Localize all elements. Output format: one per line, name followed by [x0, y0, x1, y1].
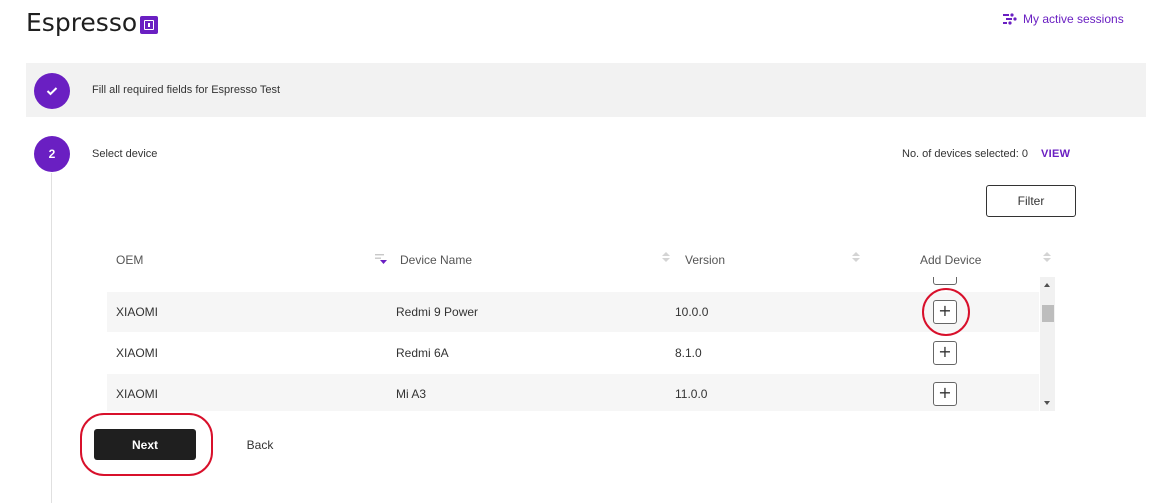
- highlight-ring-next-button: [80, 413, 213, 476]
- sort-icon[interactable]: [661, 252, 671, 264]
- devices-selected-count: No. of devices selected: 0: [902, 148, 1028, 160]
- device-table-body: XIAOMI Redmi 9 Power 10.0.0 + XIAOMI Red…: [107, 277, 1039, 411]
- cell-version: 11.0.0: [675, 387, 708, 401]
- add-device-button[interactable]: +: [933, 341, 957, 365]
- page-title: Espresso: [26, 8, 138, 37]
- cell-version: 8.1.0: [675, 346, 702, 360]
- step-2-indicator: 2: [34, 136, 70, 172]
- add-device-button-partial[interactable]: [933, 277, 957, 285]
- column-header-version[interactable]: Version: [685, 253, 725, 267]
- cell-oem: XIAOMI: [116, 387, 159, 401]
- cell-device-name: Mi A3: [396, 387, 427, 401]
- scroll-down-arrow-icon[interactable]: [1044, 401, 1050, 405]
- check-icon: [46, 87, 58, 96]
- step-1-completed: Fill all required fields for Espresso Te…: [26, 63, 1146, 117]
- highlight-ring-add-device: [922, 288, 970, 336]
- scroll-up-arrow-icon[interactable]: [1044, 283, 1050, 287]
- filter-button[interactable]: Filter: [986, 185, 1076, 217]
- cell-device-name: Redmi 9 Power: [396, 305, 479, 319]
- info-icon[interactable]: [140, 16, 158, 34]
- column-header-device-name[interactable]: Device Name: [400, 253, 472, 267]
- stepper-line: [51, 173, 52, 503]
- scroll-thumb[interactable]: [1042, 305, 1054, 322]
- table-row: XIAOMI Mi A3 11.0.0 +: [107, 374, 1039, 411]
- cell-oem: XIAOMI: [116, 305, 159, 319]
- sessions-icon: [1003, 13, 1017, 25]
- table-row: XIAOMI Redmi 9 Power 10.0.0 +: [107, 292, 1039, 332]
- table-scrollbar[interactable]: [1040, 277, 1055, 411]
- column-header-add-device[interactable]: Add Device: [920, 253, 981, 267]
- cell-oem: XIAOMI: [116, 346, 159, 360]
- cell-device-name: Redmi 6A: [396, 346, 449, 360]
- step-1-indicator: [34, 73, 70, 109]
- view-selected-link[interactable]: VIEW: [1041, 148, 1070, 160]
- sort-icon[interactable]: [1042, 252, 1052, 264]
- table-row: XIAOMI Redmi 6A 8.1.0 +: [107, 333, 1039, 373]
- add-device-button[interactable]: +: [933, 382, 957, 406]
- step-1-label: Fill all required fields for Espresso Te…: [92, 84, 281, 96]
- table-header: OEM Device Name Version Add Device: [107, 248, 1055, 272]
- filter-sort-icon[interactable]: [375, 253, 387, 265]
- cell-version: 10.0.0: [675, 305, 709, 319]
- step-2-label: Select device: [92, 148, 158, 160]
- sessions-label: My active sessions: [1023, 12, 1124, 26]
- my-active-sessions-link[interactable]: My active sessions: [1003, 12, 1124, 26]
- sort-icon[interactable]: [851, 252, 861, 264]
- back-button[interactable]: Back: [236, 429, 284, 460]
- column-header-oem[interactable]: OEM: [116, 253, 143, 267]
